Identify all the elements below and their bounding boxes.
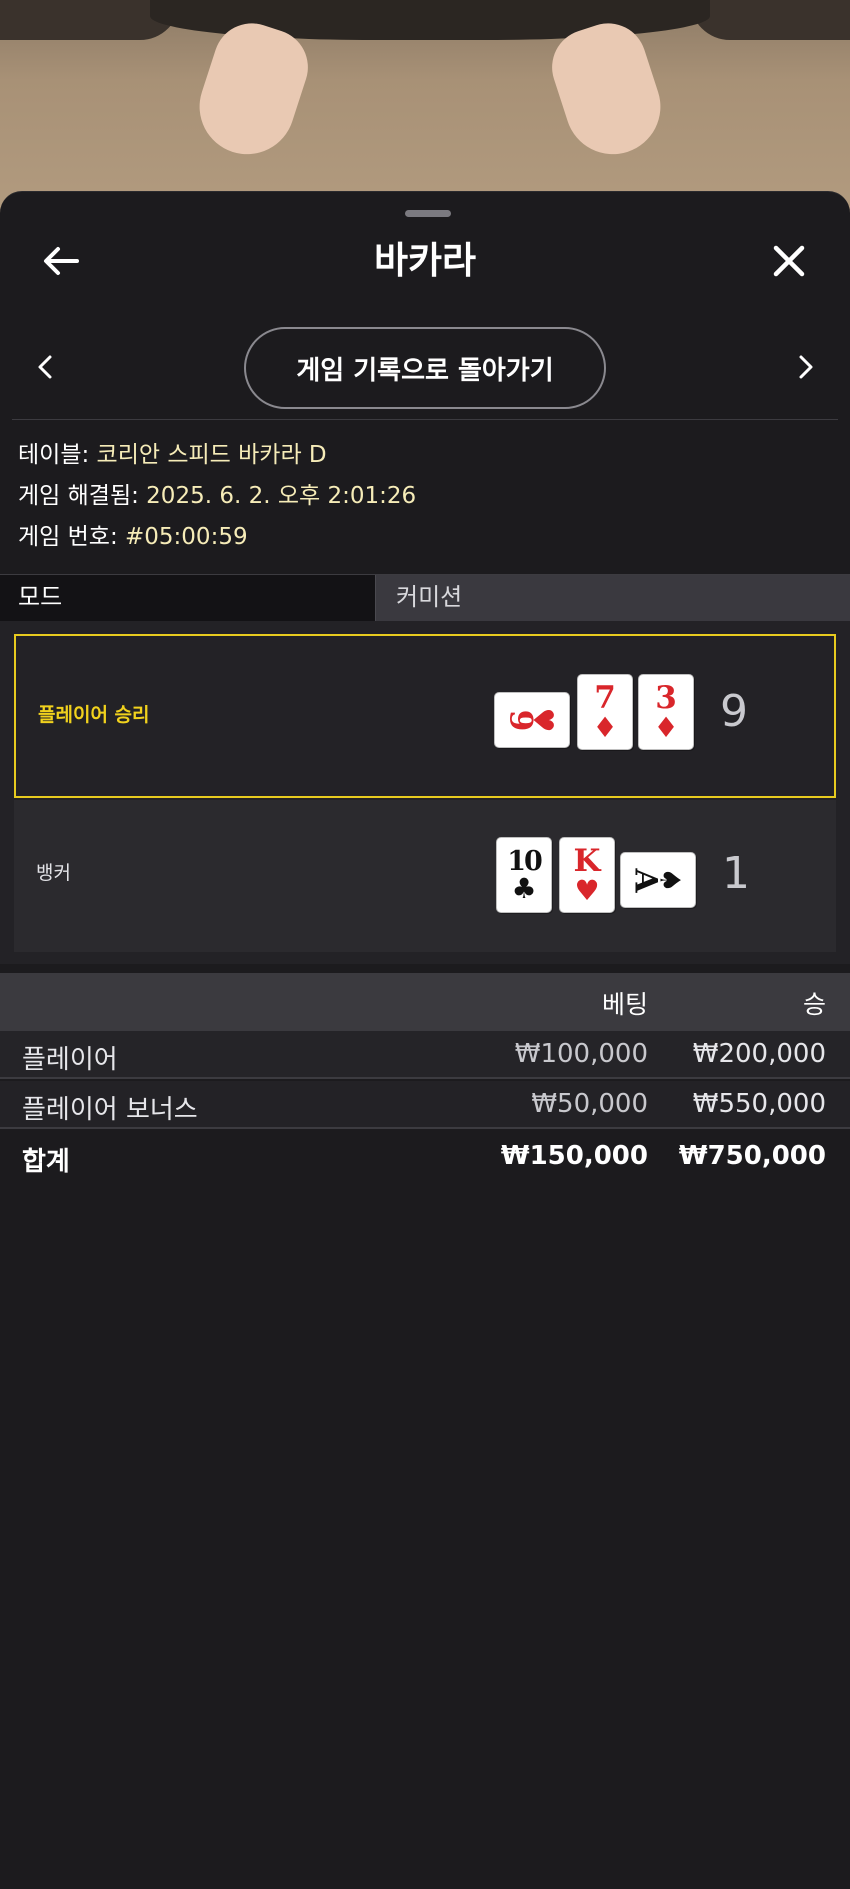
divider (12, 419, 838, 420)
sheet-drag-handle[interactable] (405, 210, 451, 217)
previous-game-button[interactable] (30, 347, 60, 387)
next-game-button[interactable] (791, 347, 821, 387)
banker-result-label: 뱅커 (36, 862, 71, 884)
total-win-amount: ₩750,000 (678, 1141, 826, 1171)
win-amount: ₩550,000 (692, 1089, 826, 1119)
playing-card: 9 ♥ (494, 692, 570, 748)
chevron-left-icon (38, 355, 52, 379)
bet-amount: ₩50,000 (531, 1089, 648, 1119)
player-result-row: 플레이어 승리 9 ♥ 7 ♦ 3 ♦ 9 (14, 634, 836, 798)
tab-commission[interactable]: 커미션 (376, 575, 850, 621)
card-rank: 7 (594, 679, 616, 716)
win-column-header: 승 (802, 990, 826, 1019)
playing-card: A ♠ (620, 852, 696, 908)
heart-suit-icon: ♥ (574, 873, 600, 907)
playing-card: 3 ♦ (638, 674, 694, 750)
playing-card: 10 ♣ (496, 837, 552, 913)
bet-name: 플레이어 보너스 (22, 1095, 198, 1125)
mode-commission-tabs: 모드 커미션 (0, 574, 850, 621)
diamond-suit-icon: ♦ (592, 710, 618, 744)
resolved-info: 게임 해결됨: 2025. 6. 2. 오후 2:01:26 (18, 480, 416, 512)
total-label: 합계 (22, 1147, 70, 1177)
close-icon (773, 245, 805, 277)
table-row: 플레이어 보너스 ₩50,000 ₩550,000 (0, 1081, 850, 1129)
game-number-info: 게임 번호: #05:00:59 (18, 521, 248, 553)
bets-table-header: 베팅 승 (0, 973, 850, 1031)
player-score: 9 (720, 686, 748, 737)
bet-column-header: 베팅 (601, 990, 648, 1019)
banker-result-row: 뱅커 10 ♣ K ♥ A ♠ 1 (14, 800, 836, 952)
game-number-value: #05:00:59 (125, 524, 248, 550)
table-value: 코리안 스피드 바카라 D (96, 442, 327, 468)
back-to-history-button[interactable]: 게임 기록으로 돌아가기 (244, 327, 606, 409)
table-label: 테이블: (18, 442, 97, 468)
banker-score: 1 (722, 848, 750, 899)
card-rank: 3 (655, 679, 677, 716)
chair-right (690, 0, 850, 40)
resolved-label: 게임 해결됨: (18, 483, 147, 509)
game-number-label: 게임 번호: (18, 524, 126, 550)
tab-mode[interactable]: 모드 (0, 575, 376, 621)
page-title: 바카라 (373, 239, 477, 282)
player-result-label: 플레이어 승리 (38, 704, 150, 726)
card-rank: 10 (507, 845, 543, 877)
total-row: 합계 ₩150,000 ₩750,000 (0, 1133, 850, 1181)
club-suit-icon: ♣ (511, 871, 537, 905)
win-amount: ₩200,000 (692, 1039, 826, 1069)
resolved-value: 2025. 6. 2. 오후 2:01:26 (146, 483, 417, 509)
bet-name: 플레이어 (22, 1045, 118, 1075)
playing-card: 7 ♦ (577, 674, 633, 750)
card-rank: K (573, 842, 601, 879)
spade-suit-icon: ♠ (654, 867, 688, 893)
chevron-right-icon (799, 355, 813, 379)
bet-amount: ₩100,000 (514, 1039, 648, 1069)
heart-suit-icon: ♥ (526, 707, 560, 733)
diamond-suit-icon: ♦ (653, 710, 679, 744)
table-info: 테이블: 코리안 스피드 바카라 D (18, 439, 327, 471)
total-bet-amount: ₩150,000 (500, 1141, 648, 1171)
close-button[interactable] (766, 238, 812, 284)
table-row: 플레이어 ₩100,000 ₩200,000 (0, 1031, 850, 1079)
playing-card: K ♥ (559, 837, 615, 913)
